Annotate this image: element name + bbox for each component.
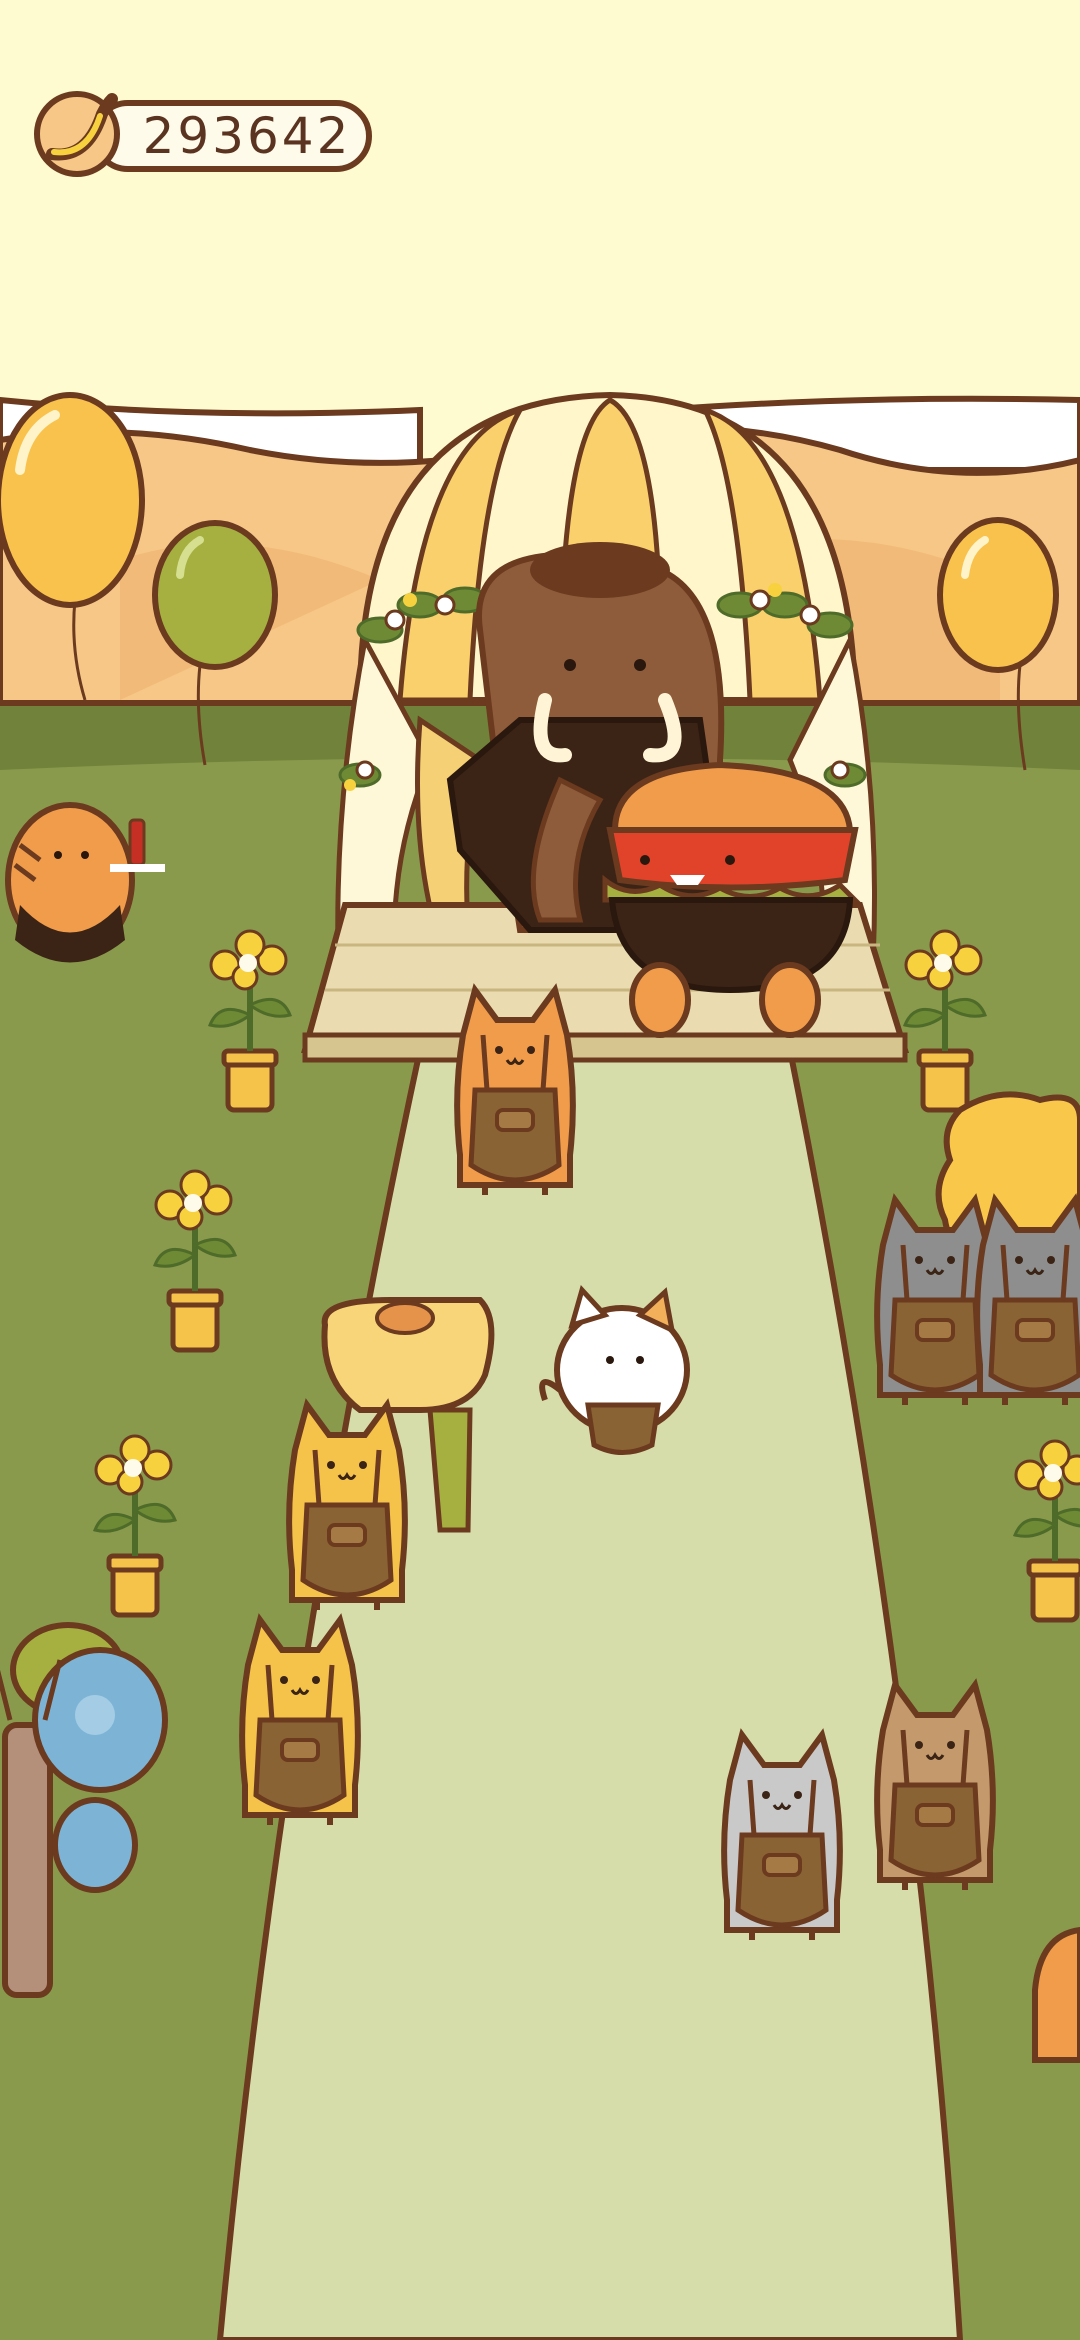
currency-counter[interactable]: 293642 — [32, 91, 374, 177]
gray-cat-character-2[interactable] — [977, 1200, 1080, 1405]
currency-value: 293642 — [142, 107, 352, 165]
cloud-band — [0, 0, 340, 420]
yellow-tabby-cat-character-2[interactable] — [242, 1620, 358, 1825]
brown-tabby-cat-character[interactable] — [877, 1685, 993, 1890]
game-scene[interactable] — [0, 0, 1080, 2340]
orange-tabby-cat-character[interactable] — [457, 990, 573, 1195]
gray-white-cat-character[interactable] — [724, 1735, 840, 1940]
yellow-tabby-cat-character-1[interactable] — [289, 1405, 405, 1610]
banana-icon — [34, 91, 120, 177]
